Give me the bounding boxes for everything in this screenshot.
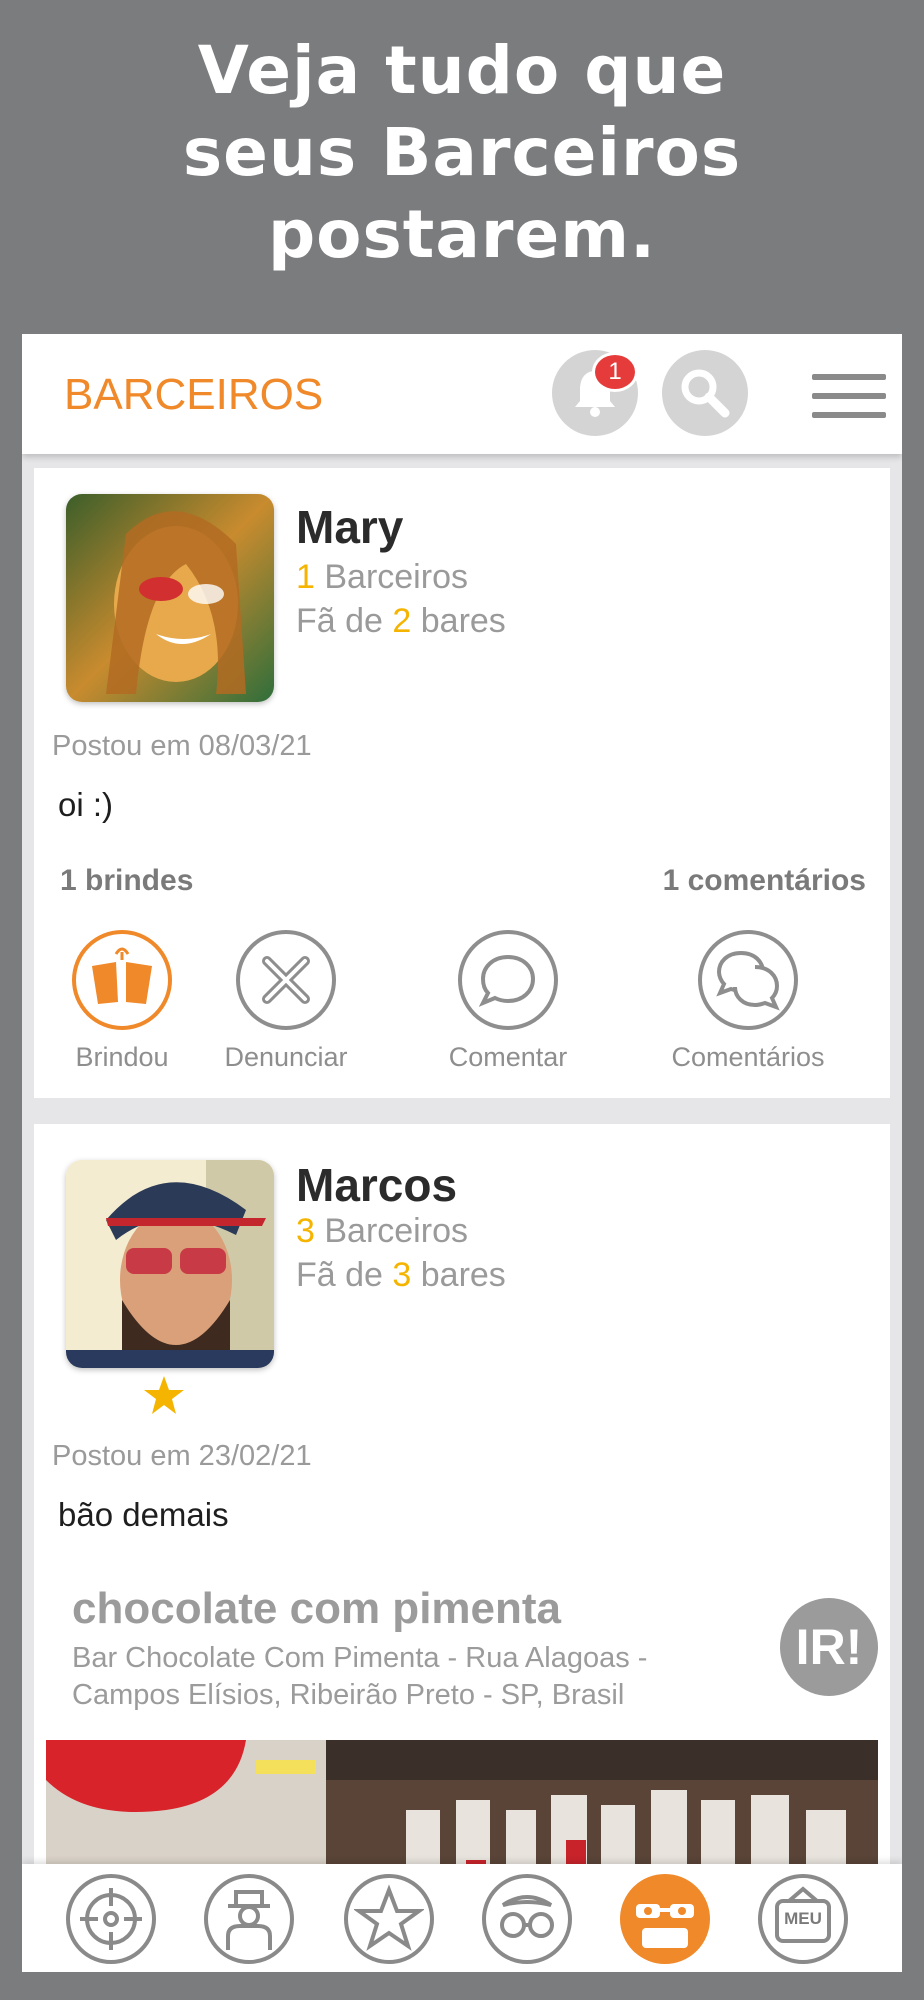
comments-label: Comentários	[671, 1042, 825, 1072]
search-icon	[681, 369, 730, 418]
app-title: BARCEIROS	[64, 370, 324, 419]
barceiros-count: 1 Barceiros	[296, 558, 468, 596]
nav-star-icon[interactable]	[344, 1874, 434, 1964]
nav-friends-icon[interactable]	[482, 1874, 572, 1964]
comment-button[interactable]: Comentar	[408, 930, 608, 1073]
post-date: Postou em 08/03/21	[52, 730, 312, 762]
user-name[interactable]: Marcos	[296, 1158, 457, 1212]
post-card: Marcos 3 Barceiros Fã de 3 bares Postou …	[34, 1124, 890, 1972]
post-date: Postou em 23/02/21	[52, 1440, 312, 1472]
search-button[interactable]	[662, 350, 748, 436]
close-icon	[236, 930, 336, 1030]
post-text: oi :)	[58, 786, 114, 823]
promo-line-1: Veja tudo que	[197, 32, 727, 109]
report-label: Denunciar	[224, 1042, 348, 1072]
nav-barceiros-icon[interactable]	[620, 1874, 710, 1964]
fan-count: Fã de 3 bares	[296, 1256, 506, 1294]
nav-target-icon[interactable]	[66, 1874, 156, 1964]
nav-meu-icon[interactable]: MEU	[758, 1874, 848, 1964]
comment-count[interactable]: 1 comentários	[663, 864, 866, 898]
fan-count: Fã de 2 bares	[296, 602, 506, 640]
comments-button[interactable]: Comentários	[648, 930, 848, 1073]
promo-headline: Veja tudo que seus Barceiros postarem.	[0, 30, 924, 276]
speech-bubble-icon	[458, 930, 558, 1030]
go-button[interactable]: IR!	[780, 1598, 878, 1696]
toast-glasses-icon	[72, 930, 172, 1030]
barceiros-count: 3 Barceiros	[296, 1212, 468, 1250]
user-name[interactable]: Mary	[296, 500, 403, 554]
nav-bartender-icon[interactable]	[204, 1874, 294, 1964]
bottom-nav: MEU	[22, 1864, 902, 1972]
app-bar: BARCEIROS 1	[22, 334, 902, 454]
star-icon	[142, 1374, 186, 1420]
avatar[interactable]	[66, 494, 274, 702]
meu-label: MEU	[784, 1909, 822, 1928]
place-address: Bar Chocolate Com Pimenta - Rua Alagoas …	[72, 1642, 648, 1711]
notification-badge: 1	[592, 352, 638, 392]
phone-screen: BARCEIROS 1 Mary 1 Barceiros Fã de 2 bar…	[22, 334, 902, 1972]
promo-line-3: postarem.	[267, 196, 657, 273]
avatar[interactable]	[66, 1160, 274, 1368]
speech-bubbles-icon	[698, 930, 798, 1030]
hamburger-menu-icon[interactable]	[812, 374, 886, 420]
comment-label: Comentar	[448, 1042, 568, 1072]
post-text: bão demais	[58, 1496, 229, 1533]
toast-count[interactable]: 1 brindes	[60, 864, 193, 898]
promo-line-2: seus Barceiros	[182, 114, 742, 191]
place-title[interactable]: chocolate com pimenta	[72, 1584, 561, 1634]
post-card: Mary 1 Barceiros Fã de 2 bares Postou em…	[34, 468, 890, 1098]
report-button[interactable]: Denunciar	[186, 930, 386, 1073]
